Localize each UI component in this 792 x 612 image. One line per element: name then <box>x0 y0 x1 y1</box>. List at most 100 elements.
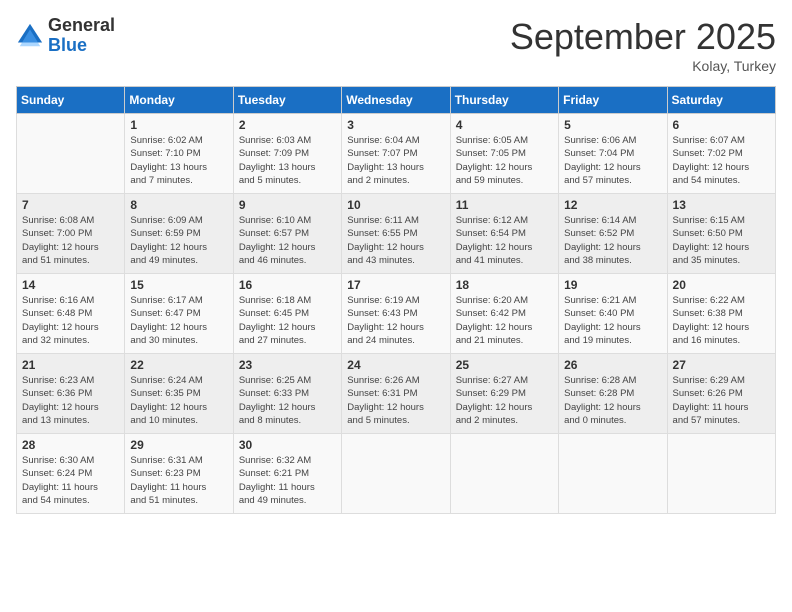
calendar-week-row: 7 Sunrise: 6:08 AM Sunset: 7:00 PM Daylig… <box>17 194 776 274</box>
logo: General Blue <box>16 16 115 56</box>
day-number: 24 <box>347 358 444 372</box>
day-number: 16 <box>239 278 336 292</box>
day-number: 18 <box>456 278 553 292</box>
day-number: 7 <box>22 198 119 212</box>
day-number: 11 <box>456 198 553 212</box>
day-info: Sunrise: 6:27 AM Sunset: 6:29 PM Dayligh… <box>456 374 553 427</box>
day-info: Sunrise: 6:24 AM Sunset: 6:35 PM Dayligh… <box>130 374 227 427</box>
day-info: Sunrise: 6:04 AM Sunset: 7:07 PM Dayligh… <box>347 134 444 187</box>
day-info: Sunrise: 6:15 AM Sunset: 6:50 PM Dayligh… <box>673 214 770 267</box>
day-number: 14 <box>22 278 119 292</box>
day-info: Sunrise: 6:14 AM Sunset: 6:52 PM Dayligh… <box>564 214 661 267</box>
calendar-week-row: 21 Sunrise: 6:23 AM Sunset: 6:36 PM Dayli… <box>17 354 776 434</box>
day-info: Sunrise: 6:08 AM Sunset: 7:00 PM Dayligh… <box>22 214 119 267</box>
day-info: Sunrise: 6:05 AM Sunset: 7:05 PM Dayligh… <box>456 134 553 187</box>
day-info: Sunrise: 6:30 AM Sunset: 6:24 PM Dayligh… <box>22 454 119 507</box>
day-number: 2 <box>239 118 336 132</box>
day-info: Sunrise: 6:21 AM Sunset: 6:40 PM Dayligh… <box>564 294 661 347</box>
calendar-cell: 4 Sunrise: 6:05 AM Sunset: 7:05 PM Daylig… <box>450 114 558 194</box>
day-number: 5 <box>564 118 661 132</box>
day-info: Sunrise: 6:02 AM Sunset: 7:10 PM Dayligh… <box>130 134 227 187</box>
calendar-cell: 5 Sunrise: 6:06 AM Sunset: 7:04 PM Daylig… <box>559 114 667 194</box>
day-number: 26 <box>564 358 661 372</box>
day-number: 3 <box>347 118 444 132</box>
header-row: SundayMondayTuesdayWednesdayThursdayFrid… <box>17 87 776 114</box>
day-info: Sunrise: 6:12 AM Sunset: 6:54 PM Dayligh… <box>456 214 553 267</box>
day-info: Sunrise: 6:26 AM Sunset: 6:31 PM Dayligh… <box>347 374 444 427</box>
day-number: 1 <box>130 118 227 132</box>
calendar-cell: 26Sunrise: 6:28 AM Sunset: 6:28 PM Dayli… <box>559 354 667 434</box>
calendar-cell: 14 Sunrise: 6:16 AM Sunset: 6:48 PM Dayli… <box>17 274 125 354</box>
calendar-cell: 8Sunrise: 6:09 AM Sunset: 6:59 PM Daylig… <box>125 194 233 274</box>
day-info: Sunrise: 6:16 AM Sunset: 6:48 PM Dayligh… <box>22 294 119 347</box>
month-title: September 2025 <box>510 16 776 58</box>
day-info: Sunrise: 6:22 AM Sunset: 6:38 PM Dayligh… <box>673 294 770 347</box>
calendar-cell <box>559 434 667 514</box>
calendar-cell: 19Sunrise: 6:21 AM Sunset: 6:40 PM Dayli… <box>559 274 667 354</box>
day-info: Sunrise: 6:23 AM Sunset: 6:36 PM Dayligh… <box>22 374 119 427</box>
day-info: Sunrise: 6:17 AM Sunset: 6:47 PM Dayligh… <box>130 294 227 347</box>
calendar-cell: 17Sunrise: 6:19 AM Sunset: 6:43 PM Dayli… <box>342 274 450 354</box>
calendar-cell: 22 Sunrise: 6:24 AM Sunset: 6:35 PM Dayli… <box>125 354 233 434</box>
day-info: Sunrise: 6:11 AM Sunset: 6:55 PM Dayligh… <box>347 214 444 267</box>
day-number: 8 <box>130 198 227 212</box>
calendar-cell <box>342 434 450 514</box>
logo-icon <box>16 22 44 50</box>
day-info: Sunrise: 6:25 AM Sunset: 6:33 PM Dayligh… <box>239 374 336 427</box>
day-info: Sunrise: 6:10 AM Sunset: 6:57 PM Dayligh… <box>239 214 336 267</box>
page-header: General Blue September 2025 Kolay, Turke… <box>16 16 776 74</box>
calendar-cell: 16 Sunrise: 6:18 AM Sunset: 6:45 PM Dayli… <box>233 274 341 354</box>
day-info: Sunrise: 6:32 AM Sunset: 6:21 PM Dayligh… <box>239 454 336 507</box>
calendar-cell: 15 Sunrise: 6:17 AM Sunset: 6:47 PM Dayli… <box>125 274 233 354</box>
day-info: Sunrise: 6:29 AM Sunset: 6:26 PM Dayligh… <box>673 374 770 427</box>
calendar-cell <box>450 434 558 514</box>
title-area: September 2025 Kolay, Turkey <box>510 16 776 74</box>
calendar-cell: 23 Sunrise: 6:25 AM Sunset: 6:33 PM Dayli… <box>233 354 341 434</box>
day-info: Sunrise: 6:07 AM Sunset: 7:02 PM Dayligh… <box>673 134 770 187</box>
calendar-cell: 29Sunrise: 6:31 AM Sunset: 6:23 PM Dayli… <box>125 434 233 514</box>
day-info: Sunrise: 6:18 AM Sunset: 6:45 PM Dayligh… <box>239 294 336 347</box>
day-number: 29 <box>130 438 227 452</box>
calendar-cell: 11 Sunrise: 6:12 AM Sunset: 6:54 PM Dayli… <box>450 194 558 274</box>
calendar-cell <box>667 434 775 514</box>
weekday-header: Monday <box>125 87 233 114</box>
calendar-cell: 25 Sunrise: 6:27 AM Sunset: 6:29 PM Dayli… <box>450 354 558 434</box>
weekday-header: Thursday <box>450 87 558 114</box>
calendar-cell: 1 Sunrise: 6:02 AM Sunset: 7:10 PM Daylig… <box>125 114 233 194</box>
calendar-cell: 10Sunrise: 6:11 AM Sunset: 6:55 PM Dayli… <box>342 194 450 274</box>
day-number: 6 <box>673 118 770 132</box>
day-number: 28 <box>22 438 119 452</box>
day-number: 9 <box>239 198 336 212</box>
day-number: 12 <box>564 198 661 212</box>
day-number: 20 <box>673 278 770 292</box>
calendar-cell: 2 Sunrise: 6:03 AM Sunset: 7:09 PM Daylig… <box>233 114 341 194</box>
day-number: 21 <box>22 358 119 372</box>
calendar-cell: 24 Sunrise: 6:26 AM Sunset: 6:31 PM Dayli… <box>342 354 450 434</box>
day-number: 23 <box>239 358 336 372</box>
calendar-cell: 21 Sunrise: 6:23 AM Sunset: 6:36 PM Dayli… <box>17 354 125 434</box>
calendar-cell: 9 Sunrise: 6:10 AM Sunset: 6:57 PM Daylig… <box>233 194 341 274</box>
calendar-cell: 6 Sunrise: 6:07 AM Sunset: 7:02 PM Daylig… <box>667 114 775 194</box>
day-info: Sunrise: 6:03 AM Sunset: 7:09 PM Dayligh… <box>239 134 336 187</box>
day-number: 15 <box>130 278 227 292</box>
day-info: Sunrise: 6:06 AM Sunset: 7:04 PM Dayligh… <box>564 134 661 187</box>
calendar-cell: 7 Sunrise: 6:08 AM Sunset: 7:00 PM Daylig… <box>17 194 125 274</box>
calendar-cell: 28 Sunrise: 6:30 AM Sunset: 6:24 PM Dayli… <box>17 434 125 514</box>
day-number: 22 <box>130 358 227 372</box>
day-number: 25 <box>456 358 553 372</box>
weekday-header: Tuesday <box>233 87 341 114</box>
day-number: 4 <box>456 118 553 132</box>
location: Kolay, Turkey <box>510 58 776 74</box>
logo-blue-text: Blue <box>48 36 115 56</box>
calendar-cell: 13Sunrise: 6:15 AM Sunset: 6:50 PM Dayli… <box>667 194 775 274</box>
calendar-week-row: 28 Sunrise: 6:30 AM Sunset: 6:24 PM Dayli… <box>17 434 776 514</box>
calendar-cell: 18 Sunrise: 6:20 AM Sunset: 6:42 PM Dayli… <box>450 274 558 354</box>
weekday-header: Sunday <box>17 87 125 114</box>
day-number: 30 <box>239 438 336 452</box>
calendar-cell: 12 Sunrise: 6:14 AM Sunset: 6:52 PM Dayli… <box>559 194 667 274</box>
weekday-header: Saturday <box>667 87 775 114</box>
calendar-cell: 3 Sunrise: 6:04 AM Sunset: 7:07 PM Daylig… <box>342 114 450 194</box>
day-info: Sunrise: 6:20 AM Sunset: 6:42 PM Dayligh… <box>456 294 553 347</box>
day-number: 17 <box>347 278 444 292</box>
calendar-week-row: 14 Sunrise: 6:16 AM Sunset: 6:48 PM Dayli… <box>17 274 776 354</box>
